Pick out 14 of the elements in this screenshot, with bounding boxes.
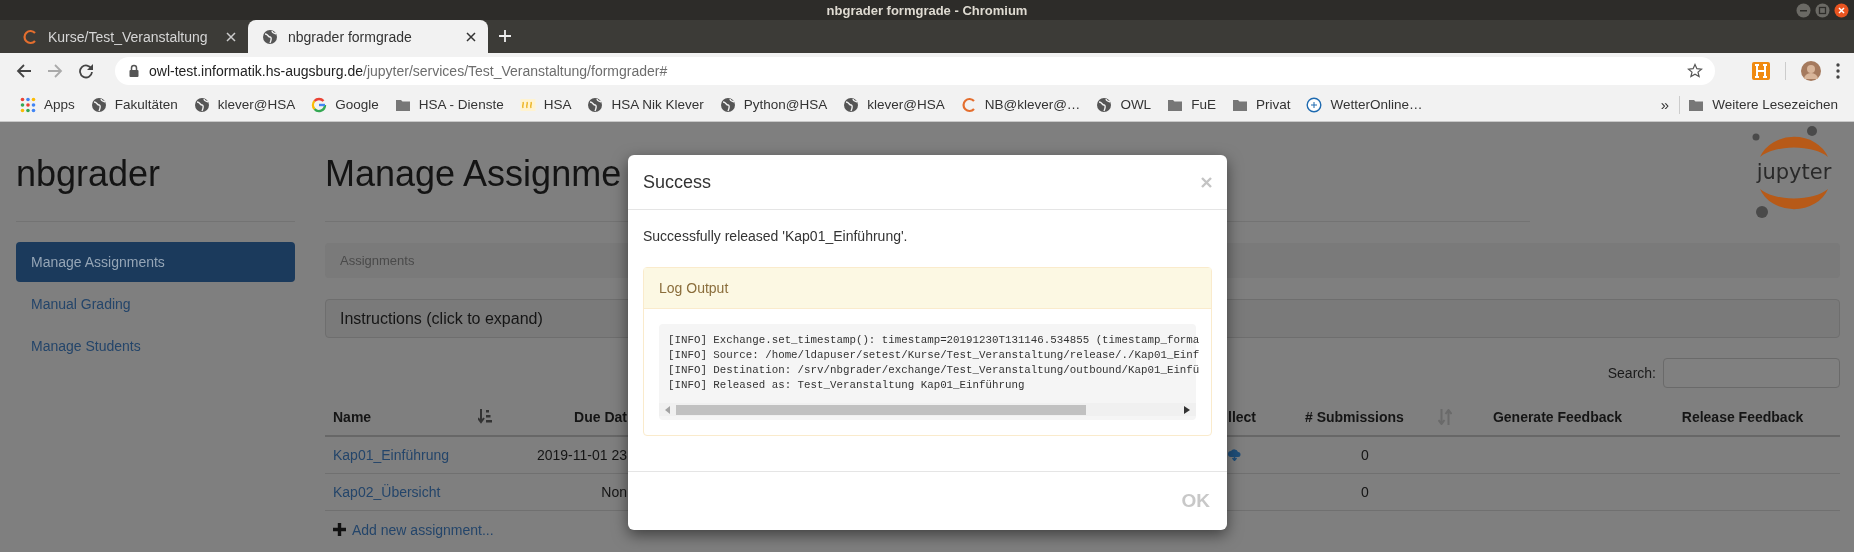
- log-line: [INFO] Released as: Test_Veranstaltung Kap01_Einführung: [668, 378, 1026, 393]
- table-cell: 0: [1361, 447, 1369, 463]
- logo: jupyter: [1748, 125, 1840, 223]
- table-cell: 2019-11-01 23: [536, 447, 627, 463]
- table-cell: Non: [601, 484, 627, 500]
- search-label: Search:: [1607, 365, 1656, 381]
- panel-title: Log Output: [659, 280, 729, 296]
- app-title: nbgrader: [16, 154, 162, 194]
- dialog-message: Successfully released 'Kap01_Einführung'.: [643, 227, 909, 246]
- url-text: owl-test.informatik.hs-augsburg.de/jupyter/services/Test_Veranstaltung/formgrader#: [149, 62, 668, 79]
- dialog-title: Success: [643, 171, 712, 193]
- window-title: nbgrader formgrade - Chromium: [826, 2, 1028, 18]
- page-title: Manage Assignme: [325, 154, 622, 194]
- table-cell: 0: [1361, 484, 1369, 500]
